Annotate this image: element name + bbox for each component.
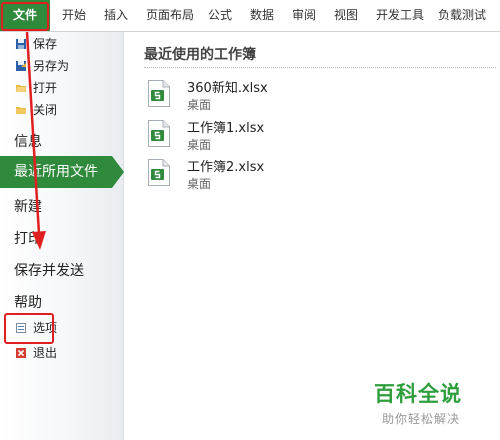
file-location: 桌面 (187, 177, 212, 191)
close-label: 关闭 (33, 103, 58, 117)
nav-recent-pointer (112, 156, 124, 188)
tab-load-test[interactable]: 负载测试 (438, 0, 486, 31)
exit-icon (16, 348, 26, 358)
tab-page-layout[interactable]: 页面布局 (146, 0, 194, 31)
title-divider (144, 67, 496, 68)
recent-workbooks-title: 最近使用的工作簿 (144, 47, 256, 63)
nav-recent-label: 最近所用文件 (14, 164, 98, 180)
save-as-command[interactable]: 另存为 (0, 56, 120, 76)
recent-file-1[interactable]: 360新知.xlsx 桌面 (144, 77, 484, 115)
tab-developer[interactable]: 开发工具 (376, 0, 424, 31)
watermark-title: 百科全说 (374, 382, 462, 406)
annotation-box-file-tab (1, 2, 49, 31)
exit-label: 退出 (33, 346, 58, 360)
save-as-icon (16, 61, 26, 71)
excel-file-icon (148, 159, 170, 186)
nav-help[interactable]: 帮助 (14, 292, 42, 312)
file-location: 桌面 (187, 138, 212, 152)
save-icon (16, 39, 26, 49)
save-command[interactable]: 保存 (0, 34, 120, 54)
file-name: 360新知.xlsx (187, 81, 268, 96)
exit-command[interactable]: 退出 (0, 343, 120, 363)
close-folder-icon (16, 107, 26, 114)
watermark-subtitle: 助你轻松解决 (382, 412, 461, 426)
open-command[interactable]: 打开 (0, 78, 120, 98)
annotation-box-options (4, 313, 54, 344)
recent-file-3[interactable]: 工作簿2.xlsx 桌面 (144, 156, 484, 194)
nav-recent[interactable]: 最近所用文件 (0, 156, 112, 188)
file-name: 工作簿1.xlsx (187, 121, 265, 136)
tab-home[interactable]: 开始 (62, 0, 86, 31)
save-as-label: 另存为 (33, 59, 70, 73)
tab-formulas[interactable]: 公式 (208, 0, 232, 31)
save-label: 保存 (33, 37, 58, 51)
open-folder-icon (16, 85, 26, 92)
file-name: 工作簿2.xlsx (187, 160, 265, 175)
open-label: 打开 (33, 81, 58, 95)
excel-file-icon (148, 80, 170, 107)
recent-file-2[interactable]: 工作簿1.xlsx 桌面 (144, 117, 484, 155)
tab-insert[interactable]: 插入 (104, 0, 128, 31)
ribbon-tab-bar: 文件 开始 插入 页面布局 公式 数据 审阅 视图 开发工具 负载测试 (0, 0, 500, 32)
tab-data[interactable]: 数据 (250, 0, 274, 31)
nav-info[interactable]: 信息 (14, 131, 42, 151)
tab-view[interactable]: 视图 (334, 0, 358, 31)
file-location: 桌面 (187, 98, 212, 112)
excel-file-icon (148, 120, 170, 147)
nav-new[interactable]: 新建 (14, 196, 42, 216)
close-command[interactable]: 关闭 (0, 100, 120, 120)
tab-review[interactable]: 审阅 (292, 0, 316, 31)
nav-print[interactable]: 打印 (14, 228, 42, 248)
nav-save-send[interactable]: 保存并发送 (14, 260, 84, 280)
